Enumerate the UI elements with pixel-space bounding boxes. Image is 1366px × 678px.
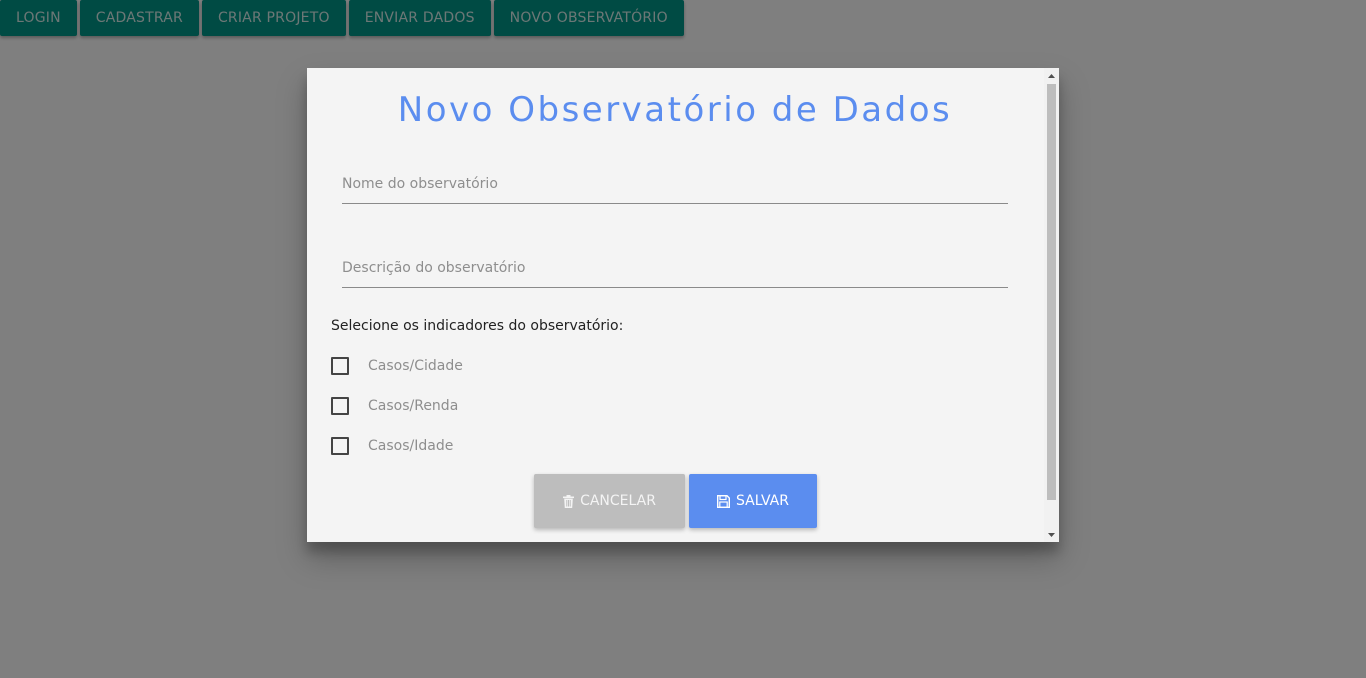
scroll-up-arrow-icon[interactable]	[1044, 68, 1059, 83]
observatory-name-field	[342, 164, 1008, 204]
scroll-down-arrow-icon[interactable]	[1044, 527, 1059, 542]
floppy-disk-icon	[717, 494, 730, 508]
indicator-label: Casos/Cidade	[368, 358, 463, 374]
new-observatory-dialog: Novo Observatório de Dados Selecione os …	[307, 68, 1059, 542]
dialog-scrollbar[interactable]	[1044, 68, 1059, 542]
indicator-label: Casos/Renda	[368, 398, 459, 414]
checkbox-casos-idade[interactable]	[331, 437, 349, 455]
cancel-button[interactable]: CANCELAR	[534, 474, 685, 528]
scrollbar-thumb[interactable]	[1047, 84, 1056, 500]
save-label: SALVAR	[736, 493, 789, 509]
trash-icon	[563, 494, 575, 508]
observatory-name-input[interactable]	[342, 164, 1008, 203]
observatory-description-field	[342, 248, 1008, 288]
indicators-label: Selecione os indicadores do observatório…	[331, 318, 624, 334]
indicator-label: Casos/Idade	[368, 438, 454, 454]
cancel-label: CANCELAR	[580, 493, 656, 509]
checkbox-casos-cidade[interactable]	[331, 357, 349, 375]
observatory-description-input[interactable]	[342, 248, 1008, 287]
checkbox-casos-renda[interactable]	[331, 397, 349, 415]
indicator-casos-idade[interactable]: Casos/Idade	[331, 437, 453, 455]
dialog-title: Novo Observatório de Dados	[397, 90, 953, 130]
save-button[interactable]: SALVAR	[689, 474, 817, 528]
indicator-casos-cidade[interactable]: Casos/Cidade	[331, 357, 463, 375]
indicator-casos-renda[interactable]: Casos/Renda	[331, 397, 458, 415]
